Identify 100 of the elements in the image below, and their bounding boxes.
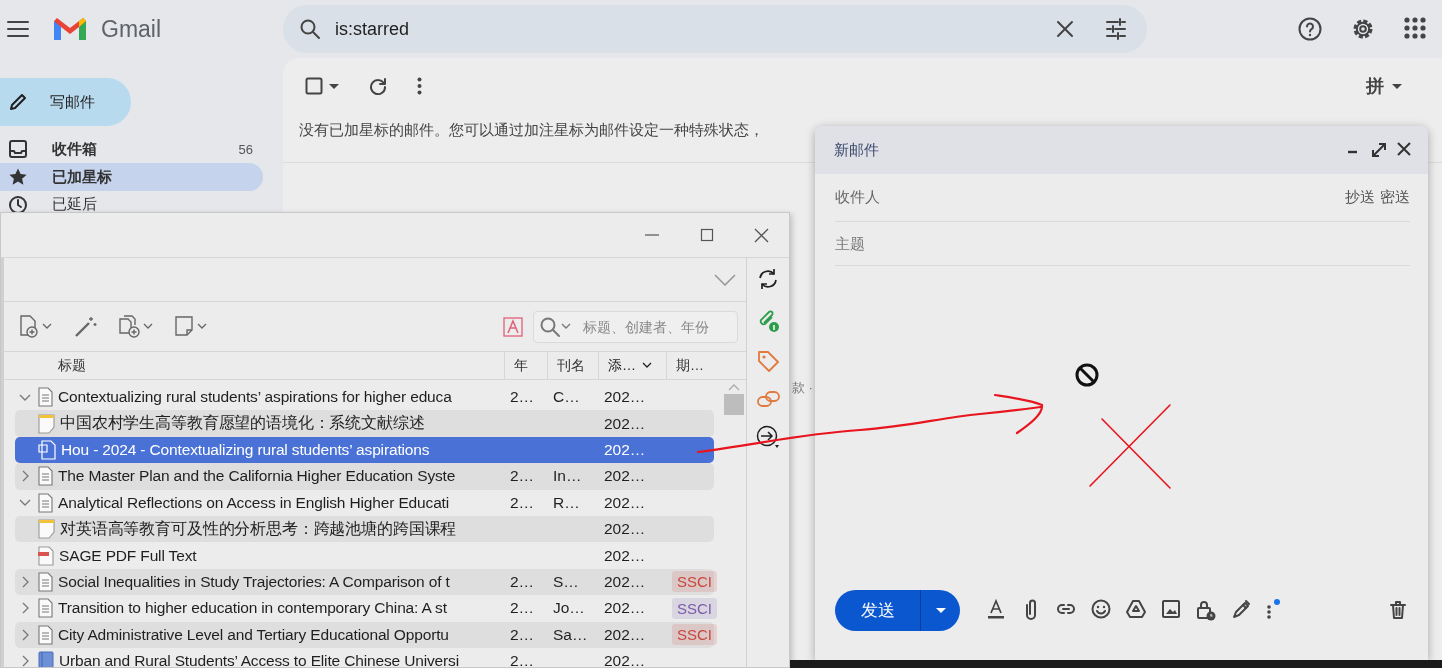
item-row[interactable]: Hou - 2024 - Contextualizing rural students’ aspirations 202… bbox=[15, 436, 714, 464]
collapsed-chevron-icon[interactable] bbox=[21, 602, 29, 615]
item-row[interactable]: Contextualizing rural students’ aspirations for higher educa 2… C… 202… bbox=[15, 384, 714, 411]
item-row[interactable]: Transition to higher education in contemporary China: A st 2… Jo… 202… SSCI bbox=[15, 595, 714, 622]
tag-label: SSCI bbox=[672, 624, 717, 646]
item-row[interactable]: 中国农村学生高等教育愿望的语境化：系统文献综述 202… bbox=[15, 410, 714, 437]
date-added-cell-text: 202… bbox=[603, 572, 647, 591]
trash-icon[interactable] bbox=[1388, 600, 1408, 620]
search-icon[interactable] bbox=[299, 18, 321, 40]
column-header[interactable]: 期… bbox=[666, 352, 714, 379]
document-icon bbox=[38, 387, 53, 408]
image-icon[interactable] bbox=[1161, 599, 1181, 619]
item-row[interactable]: Analytical Reflections on Access in English Higher Educati 2… R… 202… bbox=[15, 489, 714, 516]
inbox-icon bbox=[8, 139, 28, 159]
pen-icon[interactable] bbox=[1231, 599, 1251, 619]
column-header[interactable]: 刊名 bbox=[547, 352, 598, 379]
search-input[interactable]: is:starred bbox=[333, 17, 1055, 41]
search-field[interactable]: 标题、创建者、年份 bbox=[533, 310, 738, 343]
clock-icon bbox=[8, 195, 28, 215]
scrollbar-thumb[interactable] bbox=[724, 394, 744, 415]
compose-title: 新邮件 bbox=[834, 140, 879, 160]
search-field[interactable]: is:starred bbox=[283, 5, 1147, 53]
publication-cell-text: R… bbox=[552, 493, 581, 512]
caret-icon bbox=[143, 323, 153, 330]
search-icon bbox=[539, 315, 561, 338]
item-title: Social Inequalities in Study Trajectories: A Comparison of t bbox=[58, 572, 450, 591]
note-file-icon bbox=[38, 439, 56, 460]
item-row[interactable]: SAGE PDF Full Text 202… bbox=[15, 542, 714, 569]
publication-cell-text: Jo… bbox=[552, 599, 586, 618]
year-cell-text: 2… bbox=[509, 599, 536, 618]
help-icon[interactable] bbox=[1298, 17, 1322, 41]
publication-cell-text: C… bbox=[552, 388, 581, 407]
item-row[interactable]: City Administrative Level and Tertiary Educational Opportu 2… Sa… 202… SSCI bbox=[15, 621, 714, 648]
tag-label: SSCI bbox=[672, 597, 717, 619]
date-added-cell-text: 202… bbox=[603, 467, 647, 486]
bcc-link[interactable]: 密送 bbox=[1380, 188, 1410, 207]
new-item-button[interactable] bbox=[19, 315, 52, 338]
input-method-button[interactable]: 拼 bbox=[1366, 74, 1402, 98]
expand-icon[interactable] bbox=[1370, 141, 1388, 159]
caret-icon bbox=[197, 323, 207, 330]
document-icon bbox=[38, 598, 53, 619]
emoji-icon[interactable] bbox=[1091, 599, 1111, 619]
item-title: Contextualizing rural students’ aspirations for higher educa bbox=[58, 388, 452, 407]
text-format-icon[interactable] bbox=[986, 599, 1006, 621]
add-attachment-button[interactable] bbox=[119, 315, 153, 338]
nav-item[interactable]: 已加星标 bbox=[0, 163, 263, 191]
item-row[interactable]: 对英语高等教育可及性的分析思考：跨越池塘的跨国课程 202… bbox=[15, 515, 714, 543]
apps-grid-icon[interactable] bbox=[1404, 17, 1426, 39]
collapsed-chevron-icon[interactable] bbox=[21, 628, 29, 641]
item-title: Hou - 2024 - Contextualizing rural students’ aspirations bbox=[61, 440, 430, 459]
close-icon[interactable] bbox=[1055, 19, 1075, 39]
gmail-logo-icon[interactable] bbox=[51, 15, 89, 43]
item-title: Transition to higher education in contemporary China: A st bbox=[58, 599, 447, 618]
item-title: City Administrative Level and Tertiary Educational Opportu bbox=[58, 625, 449, 644]
settings-icon[interactable] bbox=[1351, 17, 1375, 41]
magic-wand-icon bbox=[74, 315, 97, 338]
nav-item[interactable]: 收件箱 56 bbox=[0, 135, 263, 163]
item-row[interactable]: Social Inequalities in Study Trajectories: A Comparison of t 2… S… 202… SSCI bbox=[15, 568, 714, 596]
item-row[interactable]: The Master Plan and the California Higher Education Syste 2… In… 202… bbox=[15, 463, 714, 490]
publication-cell-text: S… bbox=[552, 572, 580, 591]
annotation-icon[interactable] bbox=[503, 316, 523, 337]
more-icon[interactable] bbox=[417, 77, 422, 95]
caret-icon bbox=[42, 323, 52, 330]
item-title: The Master Plan and the California Higher Education Syste bbox=[58, 467, 456, 486]
tag-icon[interactable] bbox=[756, 350, 780, 373]
lock-clock-icon[interactable] bbox=[1196, 599, 1216, 621]
cc-link[interactable]: 抄送 bbox=[1345, 188, 1375, 207]
column-header[interactable]: 添… bbox=[598, 352, 666, 379]
expanded-chevron-icon[interactable] bbox=[19, 499, 31, 507]
column-header[interactable]: 年 bbox=[504, 352, 547, 379]
new-item-icon bbox=[19, 315, 39, 338]
year-cell-text: 2… bbox=[509, 572, 536, 591]
subject-field[interactable]: 主题 bbox=[835, 235, 1410, 252]
checkbox-icon[interactable] bbox=[305, 77, 323, 95]
refresh-icon[interactable] bbox=[369, 77, 387, 95]
close-icon[interactable] bbox=[1396, 141, 1412, 157]
new-note-button[interactable] bbox=[175, 316, 207, 337]
filter-sliders-icon[interactable] bbox=[1105, 18, 1127, 40]
nav-item[interactable]: 已延后 bbox=[0, 191, 263, 219]
publication-cell-text: Sa… bbox=[552, 625, 589, 644]
search-input[interactable]: 标题、创建者、年份 bbox=[581, 317, 735, 336]
not-allowed-cursor-icon bbox=[1075, 363, 1099, 387]
column-header[interactable]: 标题 bbox=[18, 352, 504, 379]
caret-icon[interactable] bbox=[329, 83, 339, 89]
collapsed-chevron-icon[interactable] bbox=[21, 655, 29, 667]
collapsed-chevron-icon[interactable] bbox=[21, 470, 29, 483]
more-options-icon[interactable] bbox=[1266, 599, 1280, 620]
drive-icon[interactable] bbox=[1126, 599, 1146, 619]
caret-icon bbox=[935, 607, 946, 613]
menu-icon[interactable] bbox=[7, 20, 29, 38]
locate-icon[interactable] bbox=[756, 425, 780, 449]
magic-wand-button[interactable] bbox=[74, 315, 97, 338]
sync-icon[interactable] bbox=[757, 268, 779, 290]
compose-button[interactable]: 写邮件 bbox=[0, 78, 131, 126]
collapsed-chevron-icon[interactable] bbox=[21, 575, 29, 588]
item-row[interactable]: Urban and Rural Students’ Access to Elite Chinese Universi 2… 202… bbox=[15, 647, 714, 667]
star-icon bbox=[8, 167, 28, 187]
message-text: 款 · bbox=[792, 379, 813, 397]
expanded-chevron-icon[interactable] bbox=[19, 393, 31, 401]
date-added-cell-text: 202… bbox=[603, 440, 647, 459]
